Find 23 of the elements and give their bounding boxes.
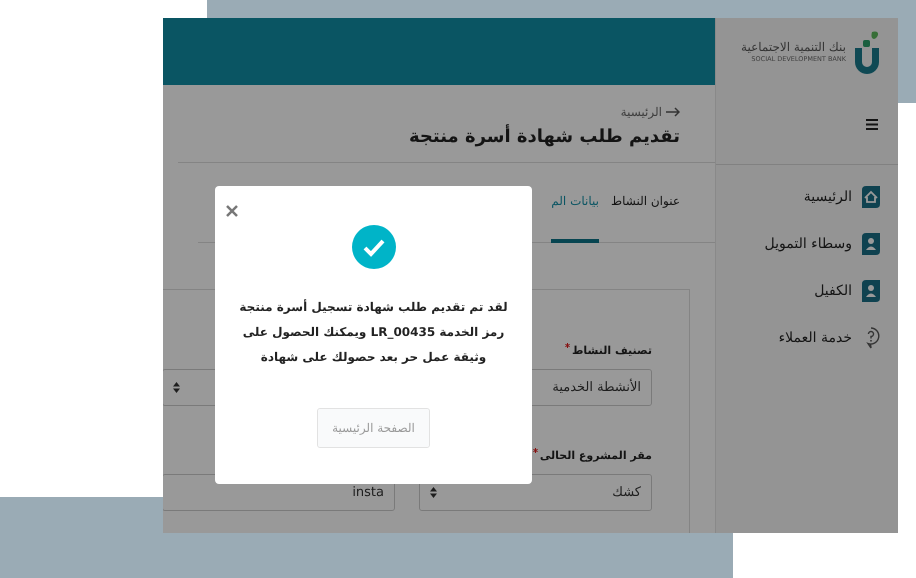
menu-icon[interactable] (866, 119, 878, 130)
success-message: لقد تم تقديم طلب شهادة تسجيل أسرة منتجة رمز الخدمة LR_00435 ويمكنك الحصول على وثيقة عمل حر بعد حصولك على شهادة (238, 298, 509, 366)
field-label: مقر المشروع الحالى (540, 448, 652, 464)
person-icon (862, 280, 880, 302)
sidebar-item[interactable]: الكفيل (716, 280, 880, 302)
close-icon (226, 205, 238, 217)
back-arrow-icon (666, 107, 680, 117)
sort-arrows-icon (173, 382, 180, 393)
person-icon (862, 233, 880, 255)
logo-icon (854, 30, 880, 74)
close-button[interactable] (226, 205, 238, 217)
field-label: تصنيف النشاط (572, 343, 652, 359)
check-icon (352, 225, 396, 269)
tab[interactable]: عنوان النشاط (610, 163, 680, 242)
sort-arrows-icon (430, 487, 437, 498)
tab[interactable]: بيانات الم (551, 163, 599, 243)
breadcrumb-link[interactable]: الرئيسية (620, 103, 680, 121)
page-title: تقديم طلب شهادة أسرة منتجة (408, 123, 680, 149)
sidebar-item[interactable]: الرئيسية (716, 186, 880, 208)
home-icon (862, 186, 880, 208)
logo-text: بنك التنمية الاجتماعية (741, 40, 846, 55)
sidebar-item[interactable]: خدمة العملاء (716, 327, 880, 349)
sidebar-item[interactable]: وسطاء التمويل (716, 233, 880, 255)
